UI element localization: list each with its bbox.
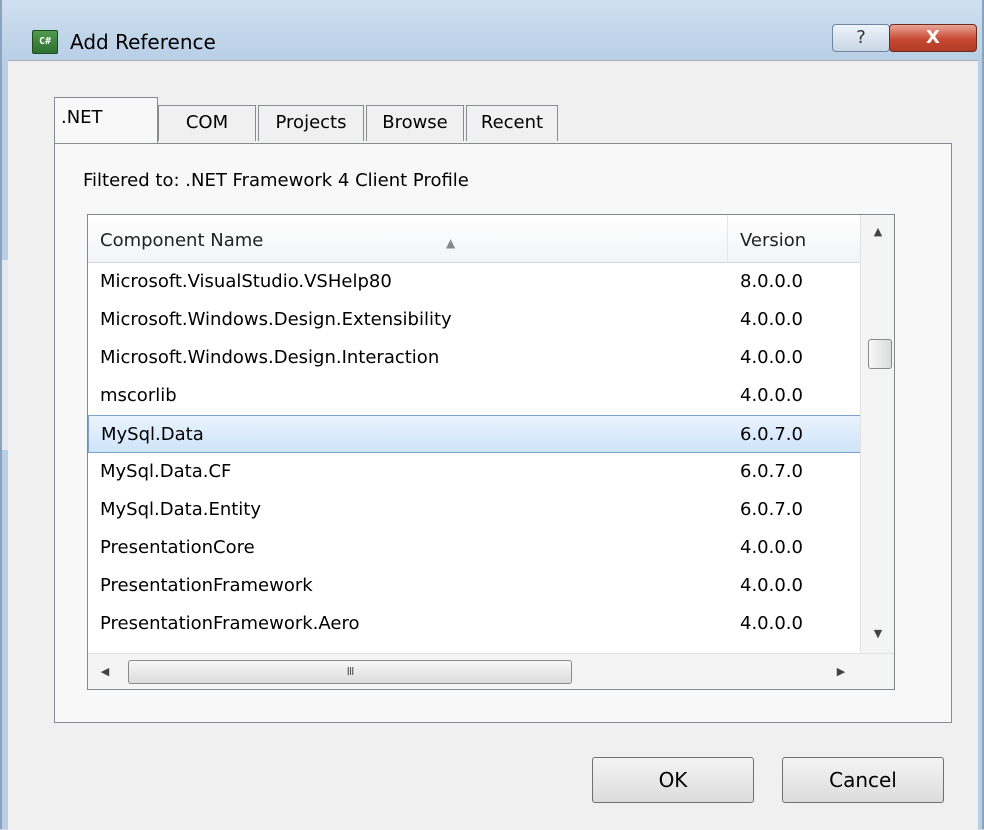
component-name-cell: PresentationCore bbox=[100, 537, 255, 558]
version-cell: 6.0.7.0 bbox=[740, 499, 803, 520]
version-cell: 6.0.7.0 bbox=[740, 461, 803, 482]
horizontal-scrollbar[interactable]: ◀ III ▶ bbox=[88, 653, 894, 689]
column-header-label: Component Name bbox=[100, 230, 264, 251]
component-name-cell: mscorlib bbox=[100, 385, 177, 406]
list-header: Component Name ▲ Version bbox=[88, 215, 894, 263]
tab-panel-dotnet: Filtered to: .NET Framework 4 Client Pro… bbox=[54, 143, 952, 723]
component-name-cell: MySql.Data.CF bbox=[100, 461, 232, 482]
version-cell: 4.0.0.0 bbox=[740, 537, 803, 558]
dialog-client-area: .NET COM Projects Browse Recent Filtered… bbox=[8, 60, 978, 830]
version-cell: 4.0.0.0 bbox=[740, 309, 803, 330]
component-name-cell: Microsoft.VisualStudio.VSHelp80 bbox=[100, 271, 392, 292]
ok-button[interactable]: OK bbox=[592, 757, 754, 803]
tab-projects[interactable]: Projects bbox=[258, 105, 364, 141]
table-row[interactable]: mscorlib 4.0.0.0 bbox=[88, 377, 894, 415]
component-name-cell: PresentationFramework.Aero bbox=[100, 613, 360, 634]
table-row-selected[interactable]: MySql.Data 6.0.7.0 bbox=[88, 415, 894, 453]
component-name-cell: MySql.Data.Entity bbox=[100, 499, 262, 520]
vertical-scrollbar[interactable]: ▲ ▼ bbox=[860, 215, 894, 655]
component-name-cell: MySql.Data bbox=[101, 424, 204, 445]
version-cell: 6.0.7.0 bbox=[740, 424, 803, 445]
horizontal-scroll-thumb[interactable]: III bbox=[128, 660, 572, 684]
table-row[interactable]: PresentationCore 4.0.0.0 bbox=[88, 529, 894, 567]
scroll-down-arrow-icon[interactable]: ▼ bbox=[861, 619, 895, 649]
component-name-cell: PresentationFramework bbox=[100, 575, 313, 596]
filter-label: Filtered to: .NET Framework 4 Client Pro… bbox=[83, 170, 469, 191]
table-row[interactable]: Microsoft.VisualStudio.VSHelp80 8.0.0.0 bbox=[88, 263, 894, 301]
table-row[interactable]: MySql.Data.Entity 6.0.7.0 bbox=[88, 491, 894, 529]
add-reference-dialog: C# Add Reference ? X .NET COM Projects B… bbox=[0, 0, 984, 830]
component-list[interactable]: Component Name ▲ Version Microsoft.Visua… bbox=[87, 214, 895, 690]
component-name-cell: Microsoft.Windows.Design.Interaction bbox=[100, 347, 440, 368]
table-row[interactable]: PresentationFramework 4.0.0.0 bbox=[88, 567, 894, 605]
scroll-up-arrow-icon[interactable]: ▲ bbox=[861, 217, 895, 247]
help-button[interactable]: ? bbox=[832, 24, 890, 52]
tab-com[interactable]: COM bbox=[158, 105, 256, 141]
sort-ascending-icon: ▲ bbox=[446, 236, 456, 250]
tab-recent[interactable]: Recent bbox=[466, 105, 558, 141]
column-header-component-name[interactable]: Component Name ▲ bbox=[88, 215, 728, 263]
window-title: Add Reference bbox=[70, 30, 216, 54]
table-row[interactable]: Microsoft.Windows.Design.Interaction 4.0… bbox=[88, 339, 894, 377]
component-name-cell: Microsoft.Windows.Design.Extensibility bbox=[100, 309, 452, 330]
cancel-button[interactable]: Cancel bbox=[782, 757, 944, 803]
version-cell: 4.0.0.0 bbox=[740, 385, 803, 406]
version-cell: 4.0.0.0 bbox=[740, 575, 803, 596]
table-row[interactable]: MySql.Data.CF 6.0.7.0 bbox=[88, 453, 894, 491]
vertical-scroll-thumb[interactable] bbox=[868, 339, 892, 369]
version-cell: 8.0.0.0 bbox=[740, 271, 803, 292]
close-button[interactable]: X bbox=[889, 24, 977, 52]
tab-browse[interactable]: Browse bbox=[366, 105, 464, 141]
version-cell: 4.0.0.0 bbox=[740, 347, 803, 368]
table-row[interactable]: PresentationFramework.Aero 4.0.0.0 bbox=[88, 605, 894, 643]
scroll-left-arrow-icon[interactable]: ◀ bbox=[90, 654, 120, 690]
scroll-right-arrow-icon[interactable]: ▶ bbox=[826, 654, 856, 690]
version-cell: 4.0.0.0 bbox=[740, 613, 803, 634]
table-row[interactable]: Microsoft.Windows.Design.Extensibility 4… bbox=[88, 301, 894, 339]
csharp-app-icon: C# bbox=[32, 30, 58, 54]
tab-dotnet[interactable]: .NET bbox=[54, 97, 158, 143]
